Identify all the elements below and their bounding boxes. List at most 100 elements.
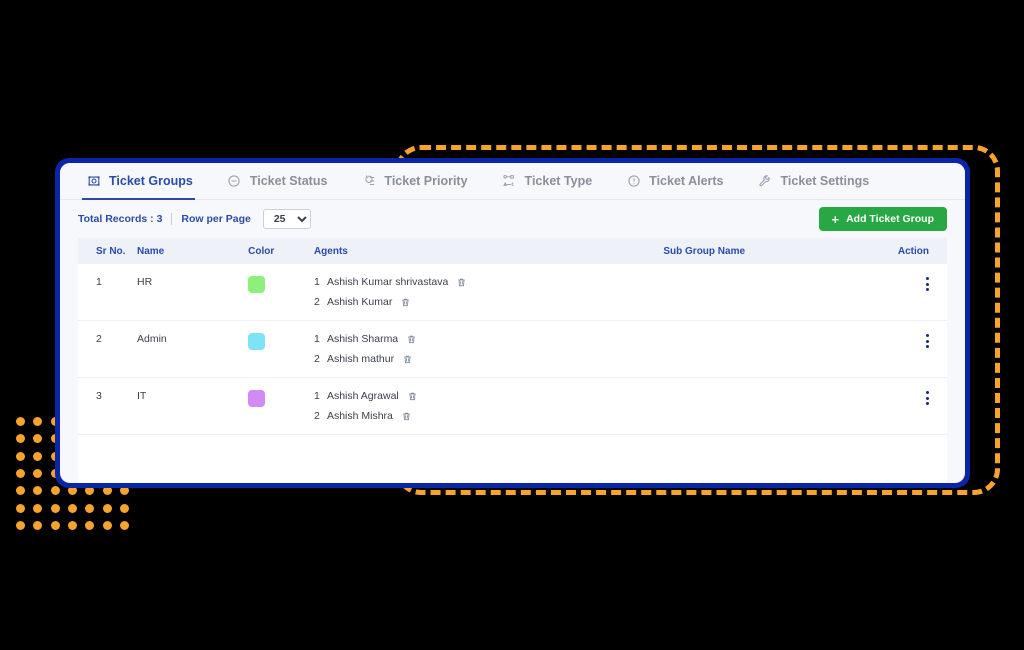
row-actions-menu-icon[interactable] <box>926 276 929 291</box>
delete-agent-icon[interactable] <box>402 354 413 365</box>
ticket-groups-icon <box>86 174 101 189</box>
cell-sub-group-name <box>663 377 879 435</box>
decorative-dot <box>33 451 43 461</box>
decorative-dot <box>119 520 129 530</box>
tab-label: Ticket Settings <box>780 174 870 188</box>
decorative-dot <box>16 451 25 461</box>
cell-agents: 1 Ashish Kumar shrivastava 2 Ashish Kumar <box>313 264 664 321</box>
cell-sr-no: 3 <box>78 377 137 435</box>
toolbar-divider <box>171 213 173 225</box>
tab-ticket-alerts[interactable]: Ticket Alerts <box>622 163 737 199</box>
column-header-name: Name <box>136 238 249 264</box>
row-per-page-label: Row per Page <box>181 213 251 225</box>
column-header-action: Action <box>878 238 947 264</box>
decorative-dot <box>16 417 25 426</box>
decorative-dot <box>33 468 43 478</box>
decorative-dot <box>16 486 25 496</box>
tab-ticket-priority[interactable]: Ticket Priority <box>357 163 481 199</box>
tab-label: Ticket Alerts <box>649 174 724 188</box>
ticket-alerts-icon <box>626 174 641 189</box>
agent-name: Ashish Agrawal <box>326 390 399 402</box>
agent-name: Ashish Sharma <box>326 333 399 345</box>
decorative-dot <box>85 503 95 513</box>
agent-index: 2 <box>313 353 320 365</box>
color-swatch <box>248 333 266 350</box>
delete-agent-icon[interactable] <box>456 277 467 288</box>
tab-label: Ticket Priority <box>384 174 468 188</box>
agent-index: 2 <box>313 410 320 422</box>
decorative-dot <box>16 503 25 513</box>
agent-item: 1 Ashish Agrawal <box>314 390 663 402</box>
agent-index: 1 <box>313 390 320 402</box>
decorative-dot <box>119 503 129 513</box>
cell-agents: 1 Ashish Agrawal 2 Ashish Mishra <box>313 377 664 435</box>
table-footer-space <box>78 435 947 479</box>
agent-index: 1 <box>313 333 320 345</box>
ticket-settings-window: Ticket Groups Ticket Status Ticket Prior… <box>55 158 970 488</box>
color-swatch <box>248 390 266 407</box>
tab-ticket-status[interactable]: Ticket Status <box>223 163 342 199</box>
column-header-agents: Agents <box>313 238 664 264</box>
table-header: Sr No. Name Color Agents Sub Group Name … <box>78 238 947 264</box>
agent-item: 1 Ashish Sharma <box>314 333 663 345</box>
decorative-dot <box>102 503 112 513</box>
cell-action <box>878 264 947 321</box>
cell-color <box>248 320 314 378</box>
rows-per-page-select[interactable]: 25 <box>262 209 311 229</box>
cell-agents: 1 Ashish Sharma 2 Ashish mathur <box>313 320 664 378</box>
cell-name: HR <box>136 264 249 321</box>
table-row: 1 HR 1 Ashish Kumar shrivastava 2 Ashish Kuma… <box>78 264 947 321</box>
row-actions-menu-icon[interactable] <box>926 333 929 348</box>
cell-sr-no: 2 <box>78 320 137 378</box>
ticket-groups-table-container: Sr No. Name Color Agents Sub Group Name … <box>78 238 947 483</box>
total-records-label: Total Records : 3 <box>78 213 163 225</box>
cell-name: Admin <box>136 320 249 378</box>
decorative-dot <box>16 434 25 444</box>
agent-name: Ashish Kumar <box>326 296 393 308</box>
agent-item: 1 Ashish Kumar shrivastava <box>314 276 663 288</box>
agent-item: 2 Ashish Kumar <box>314 296 663 308</box>
table-toolbar: Total Records : 3 Row per Page 25 + Add … <box>60 200 965 238</box>
table-row: 2 Admin 1 Ashish Sharma 2 Ashish mathur <box>78 320 947 378</box>
decorative-dot <box>16 520 25 530</box>
decorative-dot <box>33 486 43 496</box>
decorative-dot <box>67 503 77 513</box>
decorative-dot <box>33 520 43 530</box>
cell-sr-no: 1 <box>78 264 137 321</box>
agent-name: Ashish Mishra <box>326 410 393 422</box>
delete-agent-icon[interactable] <box>407 391 418 402</box>
agent-item: 2 Ashish Mishra <box>314 410 663 422</box>
cell-name: IT <box>136 377 249 435</box>
decorative-dot <box>16 468 25 478</box>
agent-name: Ashish mathur <box>326 353 395 365</box>
cell-action <box>878 320 947 378</box>
ticket-status-icon <box>227 174 242 189</box>
tab-ticket-type[interactable]: Ticket Type <box>498 163 607 199</box>
table-body: 1 HR 1 Ashish Kumar shrivastava 2 Ashish Kuma… <box>78 264 947 435</box>
add-ticket-group-label: Add Ticket Group <box>846 213 934 225</box>
add-ticket-group-button[interactable]: + Add Ticket Group <box>818 207 947 231</box>
table-row: 3 IT 1 Ashish Agrawal 2 Ashish Mishra <box>78 377 947 435</box>
cell-sub-group-name <box>663 264 879 321</box>
delete-agent-icon[interactable] <box>400 297 411 308</box>
decorative-dot <box>33 503 43 513</box>
delete-agent-icon[interactable] <box>406 334 417 345</box>
decorative-dot <box>33 434 43 444</box>
agent-name: Ashish Kumar shrivastava <box>326 276 449 288</box>
decorative-dot <box>50 520 60 530</box>
row-actions-menu-icon[interactable] <box>926 390 929 405</box>
tab-ticket-groups[interactable]: Ticket Groups <box>82 163 207 200</box>
delete-agent-icon[interactable] <box>401 411 412 422</box>
cell-action <box>878 377 947 435</box>
decorative-dot <box>50 503 60 513</box>
tab-ticket-settings[interactable]: Ticket Settings <box>754 163 884 199</box>
column-header-sub-group-name: Sub Group Name <box>663 238 879 264</box>
color-swatch <box>248 276 266 293</box>
tab-bar: Ticket Groups Ticket Status Ticket Prior… <box>60 163 965 200</box>
table-header-row: Sr No. Name Color Agents Sub Group Name … <box>78 238 947 264</box>
agent-index: 2 <box>313 296 320 308</box>
ticket-groups-table: Sr No. Name Color Agents Sub Group Name … <box>78 238 947 435</box>
decorative-dot <box>67 520 77 530</box>
decorative-dot <box>33 417 43 426</box>
ticket-type-icon <box>502 174 517 189</box>
